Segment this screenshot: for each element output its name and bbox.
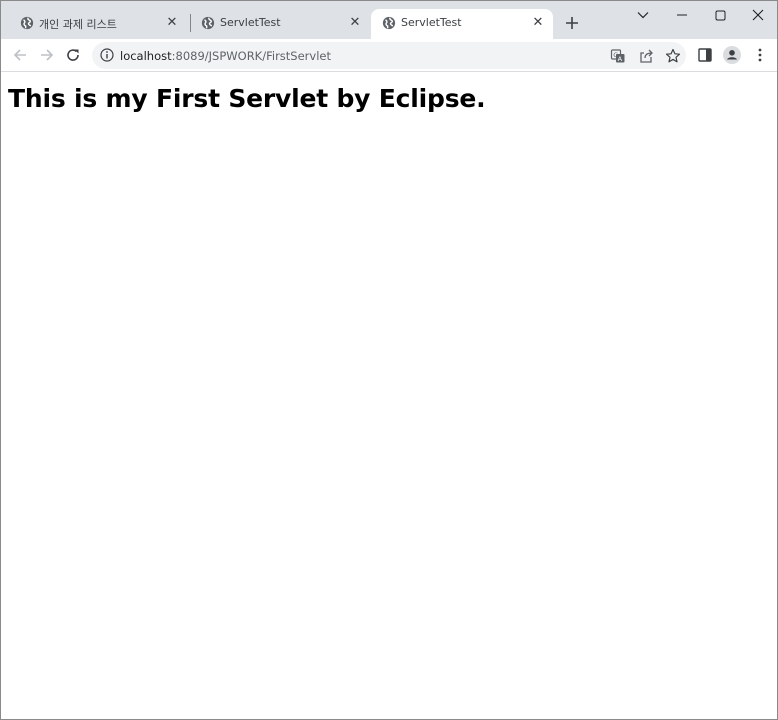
tab-personal-task-list[interactable]: 개인 과제 리스트 ✕ xyxy=(9,9,187,39)
star-icon xyxy=(665,48,681,63)
side-panel-button[interactable] xyxy=(695,45,715,65)
globe-icon xyxy=(201,16,215,30)
info-icon[interactable] xyxy=(100,48,114,62)
browser-window: 개인 과제 리스트 ✕ ServletTest ✕ ServletTest ✕ xyxy=(0,0,778,720)
close-icon[interactable]: ✕ xyxy=(347,14,363,30)
new-tab-button[interactable] xyxy=(562,13,582,33)
bookmark-button[interactable] xyxy=(664,47,682,65)
profile-button[interactable] xyxy=(722,45,742,65)
url-text[interactable]: localhost:8089/JSPWORK/FirstServlet xyxy=(120,49,331,63)
reload-button[interactable] xyxy=(61,43,85,67)
reload-icon xyxy=(67,49,79,61)
address-bar[interactable]: localhost:8089/JSPWORK/FirstServlet G A xyxy=(92,42,686,69)
tab-strip: 개인 과제 리스트 ✕ ServletTest ✕ ServletTest ✕ xyxy=(1,1,777,39)
chevron-down-icon xyxy=(637,12,649,19)
tab-servlettest-active[interactable]: ServletTest ✕ xyxy=(371,9,553,39)
globe-icon xyxy=(20,16,34,30)
close-window-button[interactable] xyxy=(739,1,777,29)
side-panel-icon xyxy=(698,48,712,62)
back-button[interactable] xyxy=(8,43,32,67)
close-icon[interactable]: ✕ xyxy=(164,14,180,30)
maximize-button[interactable] xyxy=(701,1,739,29)
tab-servlettest[interactable]: ServletTest ✕ xyxy=(190,9,370,39)
tab-title: ServletTest xyxy=(220,16,281,29)
minimize-icon xyxy=(677,14,687,16)
share-button[interactable] xyxy=(637,47,655,65)
close-icon xyxy=(752,9,764,21)
tab-search-button[interactable] xyxy=(624,1,662,29)
url-host: localhost xyxy=(120,49,172,63)
arrow-right-icon xyxy=(41,49,54,61)
browser-toolbar: localhost:8089/JSPWORK/FirstServlet G A xyxy=(1,39,777,72)
close-icon[interactable]: ✕ xyxy=(530,14,546,30)
globe-icon xyxy=(382,16,396,30)
menu-button[interactable] xyxy=(750,45,770,65)
plus-icon xyxy=(566,17,578,29)
tab-title: ServletTest xyxy=(401,16,462,29)
tab-title: 개인 과제 리스트 xyxy=(39,18,117,31)
translate-button[interactable]: G A xyxy=(609,47,627,65)
share-icon xyxy=(640,49,653,63)
minimize-button[interactable] xyxy=(663,1,701,29)
svg-text:A: A xyxy=(618,55,623,63)
page-content: This is my First Servlet by Eclipse. xyxy=(1,73,777,719)
avatar-icon xyxy=(723,46,741,64)
more-vertical-icon xyxy=(758,48,762,62)
arrow-left-icon xyxy=(13,49,26,61)
forward-button[interactable] xyxy=(35,43,59,67)
maximize-icon xyxy=(715,10,725,20)
translate-icon: G A xyxy=(610,49,625,63)
page-heading: This is my First Servlet by Eclipse. xyxy=(8,84,486,113)
url-path: :8089/JSPWORK/FirstServlet xyxy=(171,49,331,63)
